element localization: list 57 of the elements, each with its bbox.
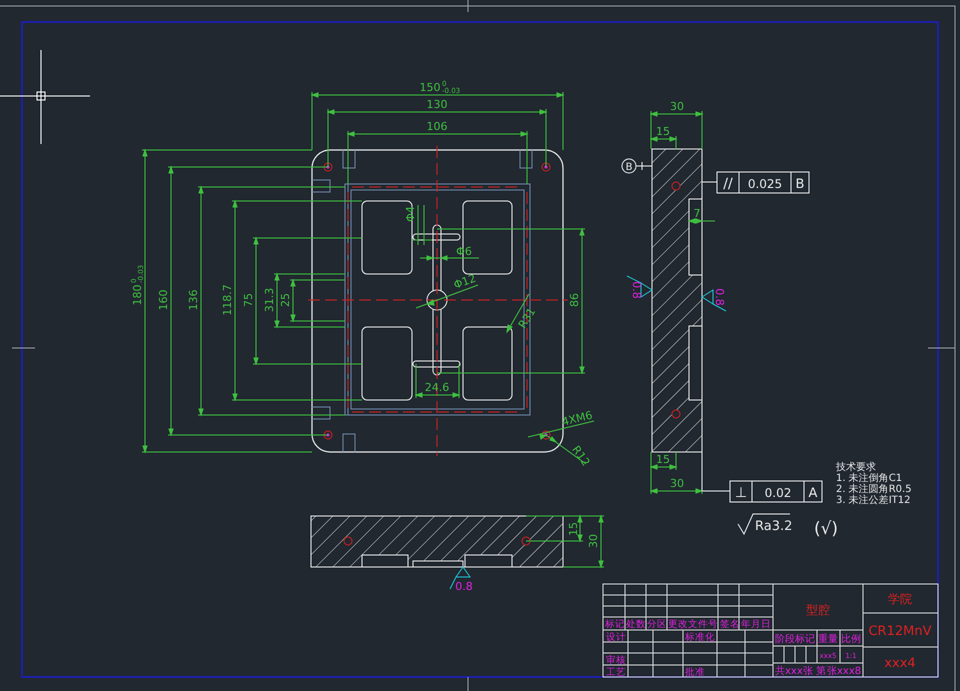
sheet-count: 共xxx张 第: [775, 666, 826, 677]
dimension-label: 118.7: [221, 284, 234, 316]
sheet-number: 张xxx8: [827, 666, 862, 677]
dimension-label: 15: [656, 125, 670, 138]
dimension-label: 150: [420, 81, 440, 94]
roughness-label: 0.8: [630, 281, 643, 299]
role-label: 工艺: [606, 667, 626, 678]
note-line: 2. 未注圆角R0.5: [836, 484, 912, 495]
tolerance-value: 0.025: [748, 177, 782, 191]
dimension-label: 75: [242, 293, 255, 307]
dimension-label: 30: [670, 477, 684, 490]
dimension-label: 15: [656, 453, 670, 466]
material-label: CR12MnV: [868, 624, 932, 639]
dimension-label: 86: [568, 293, 581, 307]
dimension-label: 160: [157, 290, 170, 310]
weight-label: 重量: [818, 634, 838, 645]
tolerance-value: 0.02: [764, 486, 792, 500]
note-line: 3. 未注公差IT12: [836, 495, 911, 506]
part-name: 型腔: [806, 603, 830, 617]
drawing-number: xxx4: [884, 656, 916, 671]
dimension-label: 130: [426, 98, 448, 111]
column-header: 年月日: [741, 619, 771, 630]
column-header: 分区: [647, 619, 667, 630]
column-header: 标记: [605, 619, 625, 630]
role-label: 设计: [606, 632, 626, 643]
datum-reference: A: [808, 486, 818, 501]
column-header: 处数: [626, 619, 646, 630]
notes-title: 技术要求: [836, 462, 876, 473]
dimension-label: 106: [426, 120, 448, 133]
datum-reference: B: [796, 177, 804, 192]
datum-label: B: [626, 162, 632, 173]
role-label: 标准化: [685, 632, 715, 643]
surface-finish-label: Ra3.2: [755, 519, 792, 534]
dimension-label: Φ4: [404, 206, 417, 222]
tolerance-symbol: //: [723, 176, 733, 192]
column-header: 更改文件号: [668, 619, 718, 630]
dimension-label: 15: [567, 522, 580, 536]
dimension-label: 136: [187, 290, 200, 310]
roughness-label: 0.8: [713, 288, 726, 306]
dimension-label: 30: [587, 534, 600, 548]
roughness-label: 0.8: [455, 580, 473, 593]
dimension-label: 4XM6: [560, 408, 594, 429]
role-label: 批准: [685, 667, 705, 678]
school-name: 学院: [888, 592, 912, 606]
scale-label: 比例: [841, 634, 861, 645]
note-line: 1. 未注倒角C1: [836, 473, 902, 484]
role-label: 审核: [606, 655, 626, 666]
dimension-label: 7: [694, 207, 700, 220]
dimension-label: 31.3: [263, 288, 276, 312]
dimension-label: 25: [279, 293, 292, 307]
dimension-label: 180: [131, 284, 144, 306]
column-header: 签名: [720, 619, 740, 630]
tolerance-symbol: ⊥: [734, 485, 748, 501]
dimension-label: 30: [670, 100, 684, 113]
stage-label: 阶段标记: [775, 634, 815, 645]
dimension-label: Φ12: [452, 272, 478, 292]
general-finish-label: (√): [814, 519, 838, 539]
